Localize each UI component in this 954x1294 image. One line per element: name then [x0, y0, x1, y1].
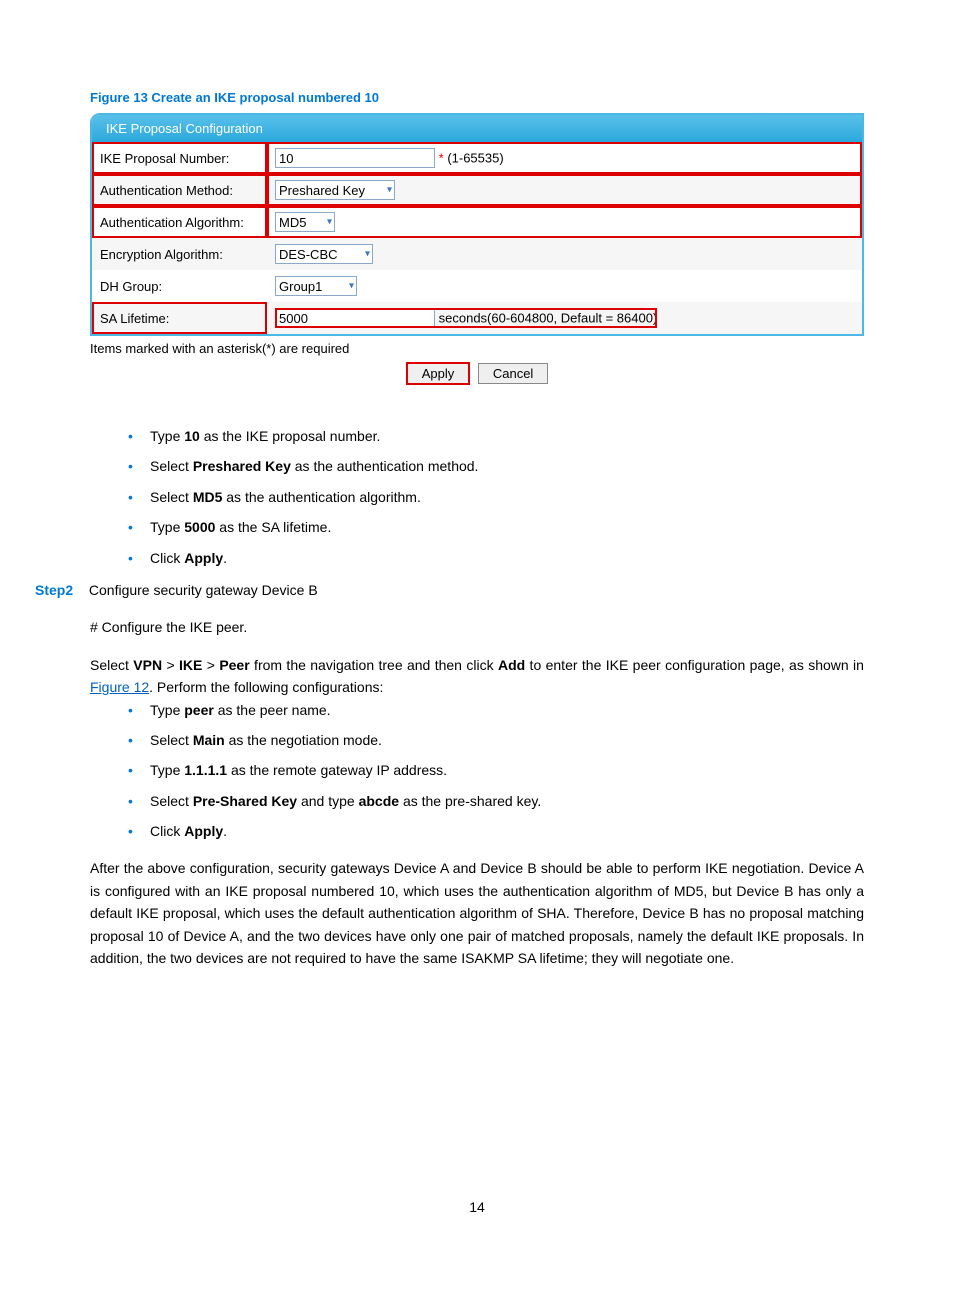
row-dh-group: DH Group: Group1 ▾ — [92, 270, 862, 302]
instruction-list-1: Type 10 as the IKE proposal number. Sele… — [90, 425, 864, 569]
list-item: Select Preshared Key as the authenticati… — [150, 455, 864, 477]
row-enc-algo: Encryption Algorithm: DES-CBC ▾ — [92, 238, 862, 270]
list-item: Select MD5 as the authentication algorit… — [150, 486, 864, 508]
list-item: Select Main as the negotiation mode. — [150, 729, 864, 751]
page-number: 14 — [90, 1199, 864, 1215]
row-sa-lifetime: SA Lifetime: seconds(60-604800, Default … — [92, 302, 862, 334]
label-sa-lifetime: SA Lifetime: — [92, 302, 267, 334]
instruction-list-2: Type peer as the peer name. Select Main … — [90, 699, 864, 843]
step-label: Step2 — [35, 579, 85, 601]
list-item: Type 5000 as the SA lifetime. — [150, 516, 864, 538]
ike-config-panel: IKE Proposal Configuration IKE Proposal … — [90, 113, 864, 336]
select-auth-method[interactable]: Preshared Key — [275, 180, 395, 200]
label-auth-algo: Authentication Algorithm: — [92, 206, 267, 238]
figure-12-link[interactable]: Figure 12 — [90, 679, 149, 695]
panel-header: IKE Proposal Configuration — [92, 115, 862, 142]
required-star-icon: * — [439, 151, 444, 166]
hint-proposal-number: (1-65535) — [447, 151, 503, 166]
list-item: Click Apply. — [150, 547, 864, 569]
label-proposal-number: IKE Proposal Number: — [92, 142, 267, 174]
select-auth-algo[interactable]: MD5 — [275, 212, 335, 232]
list-item: Type peer as the peer name. — [150, 699, 864, 721]
apply-button[interactable]: Apply — [406, 362, 471, 385]
row-auth-algo: Authentication Algorithm: MD5 ▾ — [92, 206, 862, 238]
select-enc-algo[interactable]: DES-CBC — [275, 244, 373, 264]
row-auth-method: Authentication Method: Preshared Key ▾ — [92, 174, 862, 206]
cancel-button[interactable]: Cancel — [478, 363, 548, 384]
list-item: Click Apply. — [150, 820, 864, 842]
step-text: Configure security gateway Device B — [89, 582, 318, 598]
paragraph: # Configure the IKE peer. — [90, 616, 864, 638]
select-dh-group[interactable]: Group1 — [275, 276, 357, 296]
row-proposal-number: IKE Proposal Number: * (1-65535) — [92, 142, 862, 174]
input-proposal-number[interactable] — [275, 148, 435, 168]
paragraph: Select VPN > IKE > Peer from the navigat… — [90, 654, 864, 699]
required-note: Items marked with an asterisk(*) are req… — [90, 341, 864, 356]
figure-caption: Figure 13 Create an IKE proposal numbere… — [90, 90, 864, 105]
label-enc-algo: Encryption Algorithm: — [92, 238, 267, 270]
paragraph: After the above configuration, security … — [90, 857, 864, 969]
hint-sa-lifetime: seconds(60-604800, Default = 86400) — [439, 311, 658, 326]
list-item: Select Pre-Shared Key and type abcde as … — [150, 790, 864, 812]
label-auth-method: Authentication Method: — [92, 174, 267, 206]
input-sa-lifetime[interactable] — [275, 308, 435, 328]
list-item: Type 10 as the IKE proposal number. — [150, 425, 864, 447]
label-dh-group: DH Group: — [92, 270, 267, 302]
config-table: IKE Proposal Number: * (1-65535) Authent… — [92, 142, 862, 334]
list-item: Type 1.1.1.1 as the remote gateway IP ad… — [150, 759, 864, 781]
